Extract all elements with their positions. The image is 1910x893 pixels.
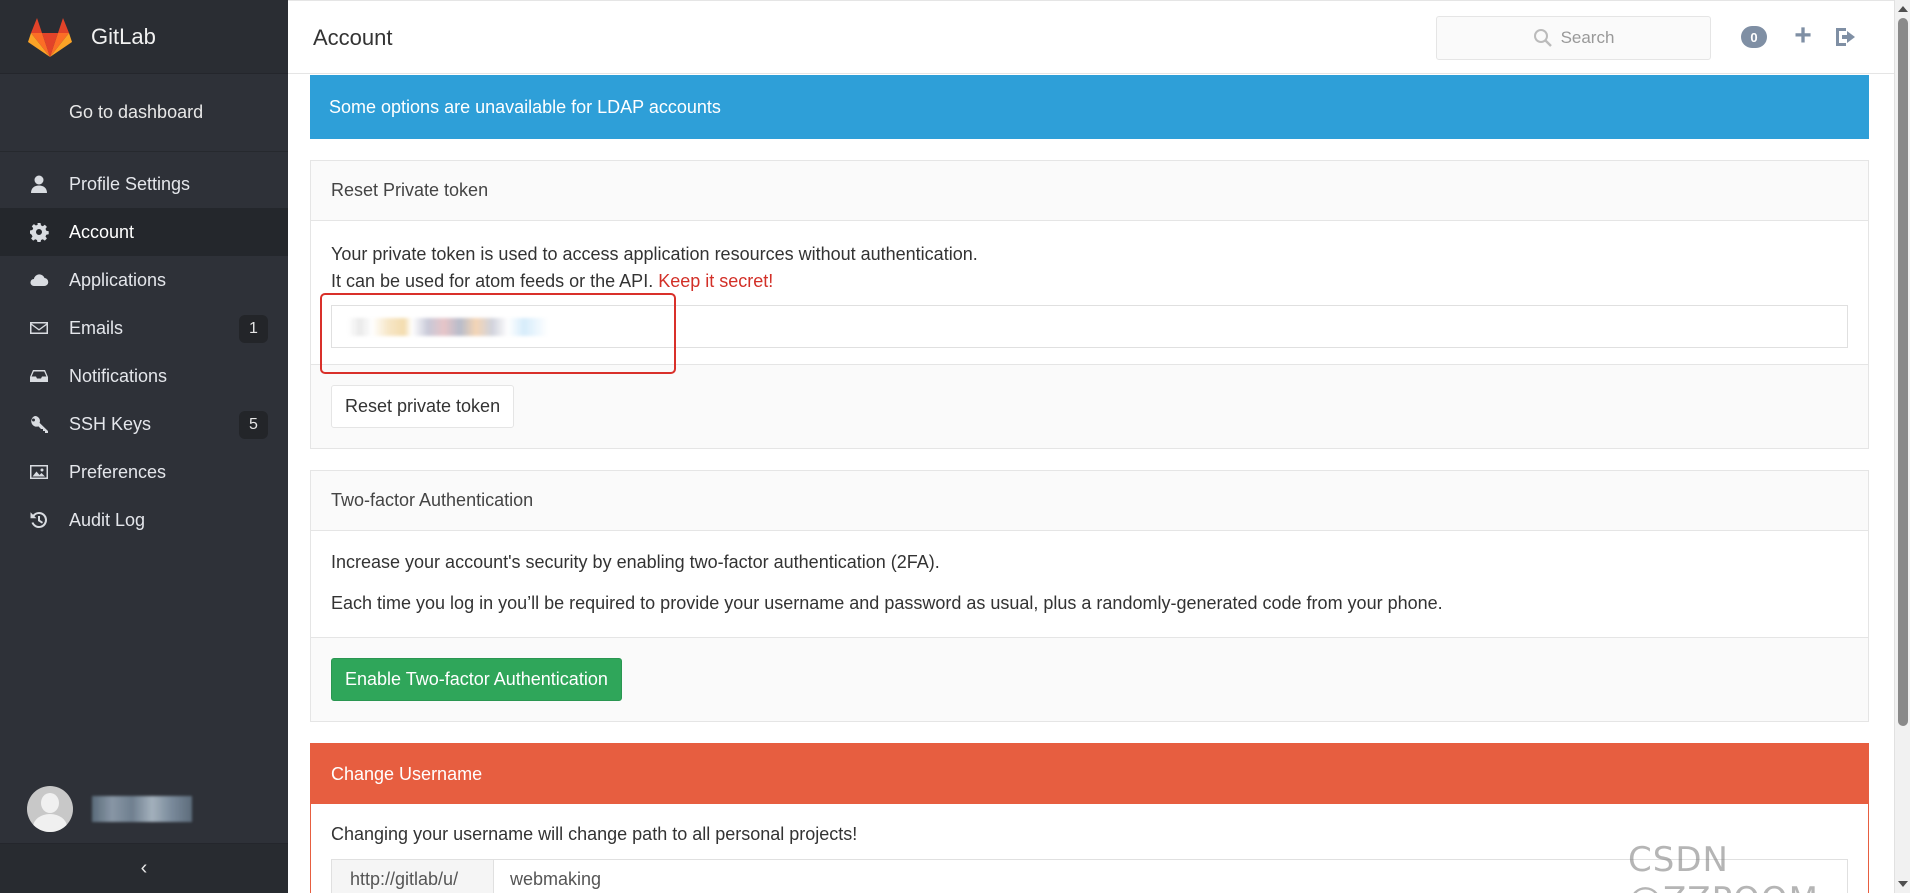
reset-private-token-panel: Reset Private token Your private token i…	[310, 160, 1869, 449]
collapse-sidebar-button[interactable]: ‹	[0, 843, 288, 893]
panel-footer: Enable Two-factor Authentication	[311, 638, 1868, 721]
url-prefix: http://gitlab/u/	[332, 860, 494, 893]
panel-body: Your private token is used to access app…	[311, 221, 1868, 374]
main-content: Some options are unavailable for LDAP ac…	[310, 75, 1869, 893]
cloud-icon	[28, 269, 50, 291]
annotation-highlight-box	[320, 293, 676, 374]
keep-secret-warning: Keep it secret!	[658, 271, 774, 291]
panel-heading: Reset Private token	[311, 161, 1868, 221]
image-icon	[28, 461, 50, 483]
current-user[interactable]	[0, 775, 288, 843]
sidebar-item-emails[interactable]: Emails 1	[0, 304, 288, 352]
panel-body: Increase your account's security by enab…	[311, 531, 1868, 638]
sidebar-item-label: Emails	[69, 317, 124, 338]
private-token-field[interactable]	[320, 293, 1848, 374]
sidebar-item-label: Audit Log	[69, 509, 146, 530]
ldap-alert: Some options are unavailable for LDAP ac…	[310, 75, 1869, 139]
sidebar-item-label: Account	[69, 221, 135, 242]
sidebar-item-preferences[interactable]: Preferences	[0, 448, 288, 496]
search-input[interactable]: Search	[1436, 16, 1711, 60]
sidebar-item-profile-settings[interactable]: Profile Settings	[0, 160, 288, 208]
panel-footer: Reset private token	[311, 365, 1868, 448]
panel-heading: Two-factor Authentication	[311, 471, 1868, 531]
username-url-row: http://gitlab/u/ webmaking	[331, 859, 1848, 893]
panel-heading: Change Username	[311, 744, 1868, 804]
brand[interactable]: GitLab	[0, 0, 288, 74]
reset-private-token-button[interactable]: Reset private token	[331, 385, 515, 428]
sidebar: GitLab Go to dashboard Profile Settings …	[0, 0, 288, 893]
sidebar-item-account[interactable]: Account	[0, 208, 288, 256]
search-placeholder: Search	[1560, 28, 1615, 47]
vertical-scrollbar[interactable]	[1894, 0, 1910, 893]
sidebar-item-applications[interactable]: Applications	[0, 256, 288, 304]
history-icon	[28, 509, 50, 531]
token-usage-note: It can be used for atom feeds or the API…	[331, 268, 1848, 295]
chevron-left-icon: ‹	[140, 857, 148, 879]
scrollbar-thumb[interactable]	[1898, 18, 1908, 726]
todos-count-badge[interactable]: 0	[1741, 26, 1767, 48]
user-icon	[28, 173, 50, 195]
sidebar-item-label: Preferences	[69, 461, 167, 482]
sidebar-item-label: Profile Settings	[69, 173, 191, 194]
sidebar-item-label: Applications	[69, 269, 167, 290]
key-icon	[28, 413, 50, 435]
envelope-icon	[28, 317, 50, 339]
two-factor-panel: Two-factor Authentication Increase your …	[310, 470, 1869, 722]
search-icon	[1533, 29, 1552, 47]
ssh-keys-count-badge: 5	[239, 411, 268, 439]
page-title: Account	[313, 25, 393, 50]
sign-out-icon[interactable]	[1834, 26, 1858, 48]
enable-two-factor-button[interactable]: Enable Two-factor Authentication	[331, 658, 622, 701]
new-item-plus-icon[interactable]: +	[1790, 21, 1816, 51]
two-factor-details: Each time you log in you’ll be required …	[331, 593, 1443, 613]
avatar[interactable]	[27, 786, 73, 832]
brand-name: GitLab	[91, 23, 156, 49]
username-redacted	[92, 796, 192, 822]
token-usage-text: It can be used for atom feeds or the API…	[331, 271, 654, 291]
inbox-icon	[28, 365, 50, 387]
scroll-up-icon[interactable]	[1898, 6, 1908, 12]
gear-icon	[28, 221, 50, 243]
sidebar-item-ssh-keys[interactable]: SSH Keys 5	[0, 400, 288, 448]
top-header: Account Search 0 +	[288, 0, 1894, 74]
sidebar-nav: Profile Settings Account Applications Em…	[0, 160, 288, 544]
sidebar-item-label: SSH Keys	[69, 413, 152, 434]
sidebar-item-notifications[interactable]: Notifications	[0, 352, 288, 400]
change-username-warning: Changing your username will change path …	[331, 824, 858, 844]
token-description: Your private token is used to access app…	[331, 244, 978, 264]
two-factor-description: Increase your account's security by enab…	[331, 552, 940, 572]
watermark: CSDN @ZZPOOM	[1628, 840, 1818, 893]
gitlab-logo-icon	[28, 17, 72, 57]
sidebar-item-audit-log[interactable]: Audit Log	[0, 496, 288, 544]
go-to-dashboard-link[interactable]: Go to dashboard	[0, 74, 288, 152]
sidebar-item-label: Notifications	[69, 365, 168, 386]
emails-count-badge: 1	[239, 315, 268, 343]
